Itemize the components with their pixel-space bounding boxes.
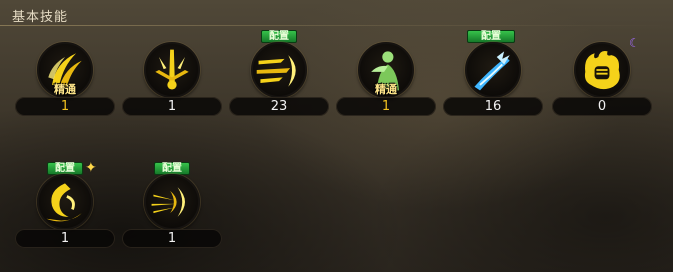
skill-slot-5[interactable]: 配置 16 — [443, 30, 543, 116]
skill-slot-4[interactable]: 精通 1 — [336, 30, 436, 116]
panel-title: 基本技能 — [12, 10, 69, 25]
moon-icon: ☾ — [629, 36, 640, 50]
skill-level: 0 — [552, 97, 652, 116]
skill-slot-8[interactable]: 配置 1 — [122, 162, 222, 248]
skill-level: 1 — [15, 229, 115, 248]
skill-slot-2[interactable]: 1 — [122, 30, 222, 116]
golden-arrow-dash-icon — [144, 174, 200, 230]
skill-level: 1 — [336, 97, 436, 116]
mastery-label: 精通 — [375, 83, 397, 96]
mastery-label: 精通 — [54, 83, 76, 96]
skill-slot-7[interactable]: 配置 ✦ 1 — [15, 160, 115, 248]
skill-level: 23 — [229, 97, 329, 116]
golden-burst-icon — [144, 42, 200, 98]
header-divider — [0, 25, 673, 26]
sparkle-icon: ✦ — [85, 160, 97, 176]
skill-level: 1 — [122, 229, 222, 248]
skill-slot-6[interactable]: ☾ 0 — [552, 30, 652, 116]
skill-level: 1 — [15, 97, 115, 116]
golden-rush-icon — [251, 42, 307, 98]
skill-slot-3[interactable]: 配置 23 — [229, 30, 329, 116]
blue-lightning-strike-icon — [465, 42, 521, 98]
skill-level: 16 — [443, 97, 543, 116]
golden-fire-fist-icon — [574, 42, 630, 98]
golden-whirlwind-icon — [37, 174, 93, 230]
skill-slot-1[interactable]: 精通 1 — [15, 30, 115, 116]
skill-level: 1 — [122, 97, 222, 116]
